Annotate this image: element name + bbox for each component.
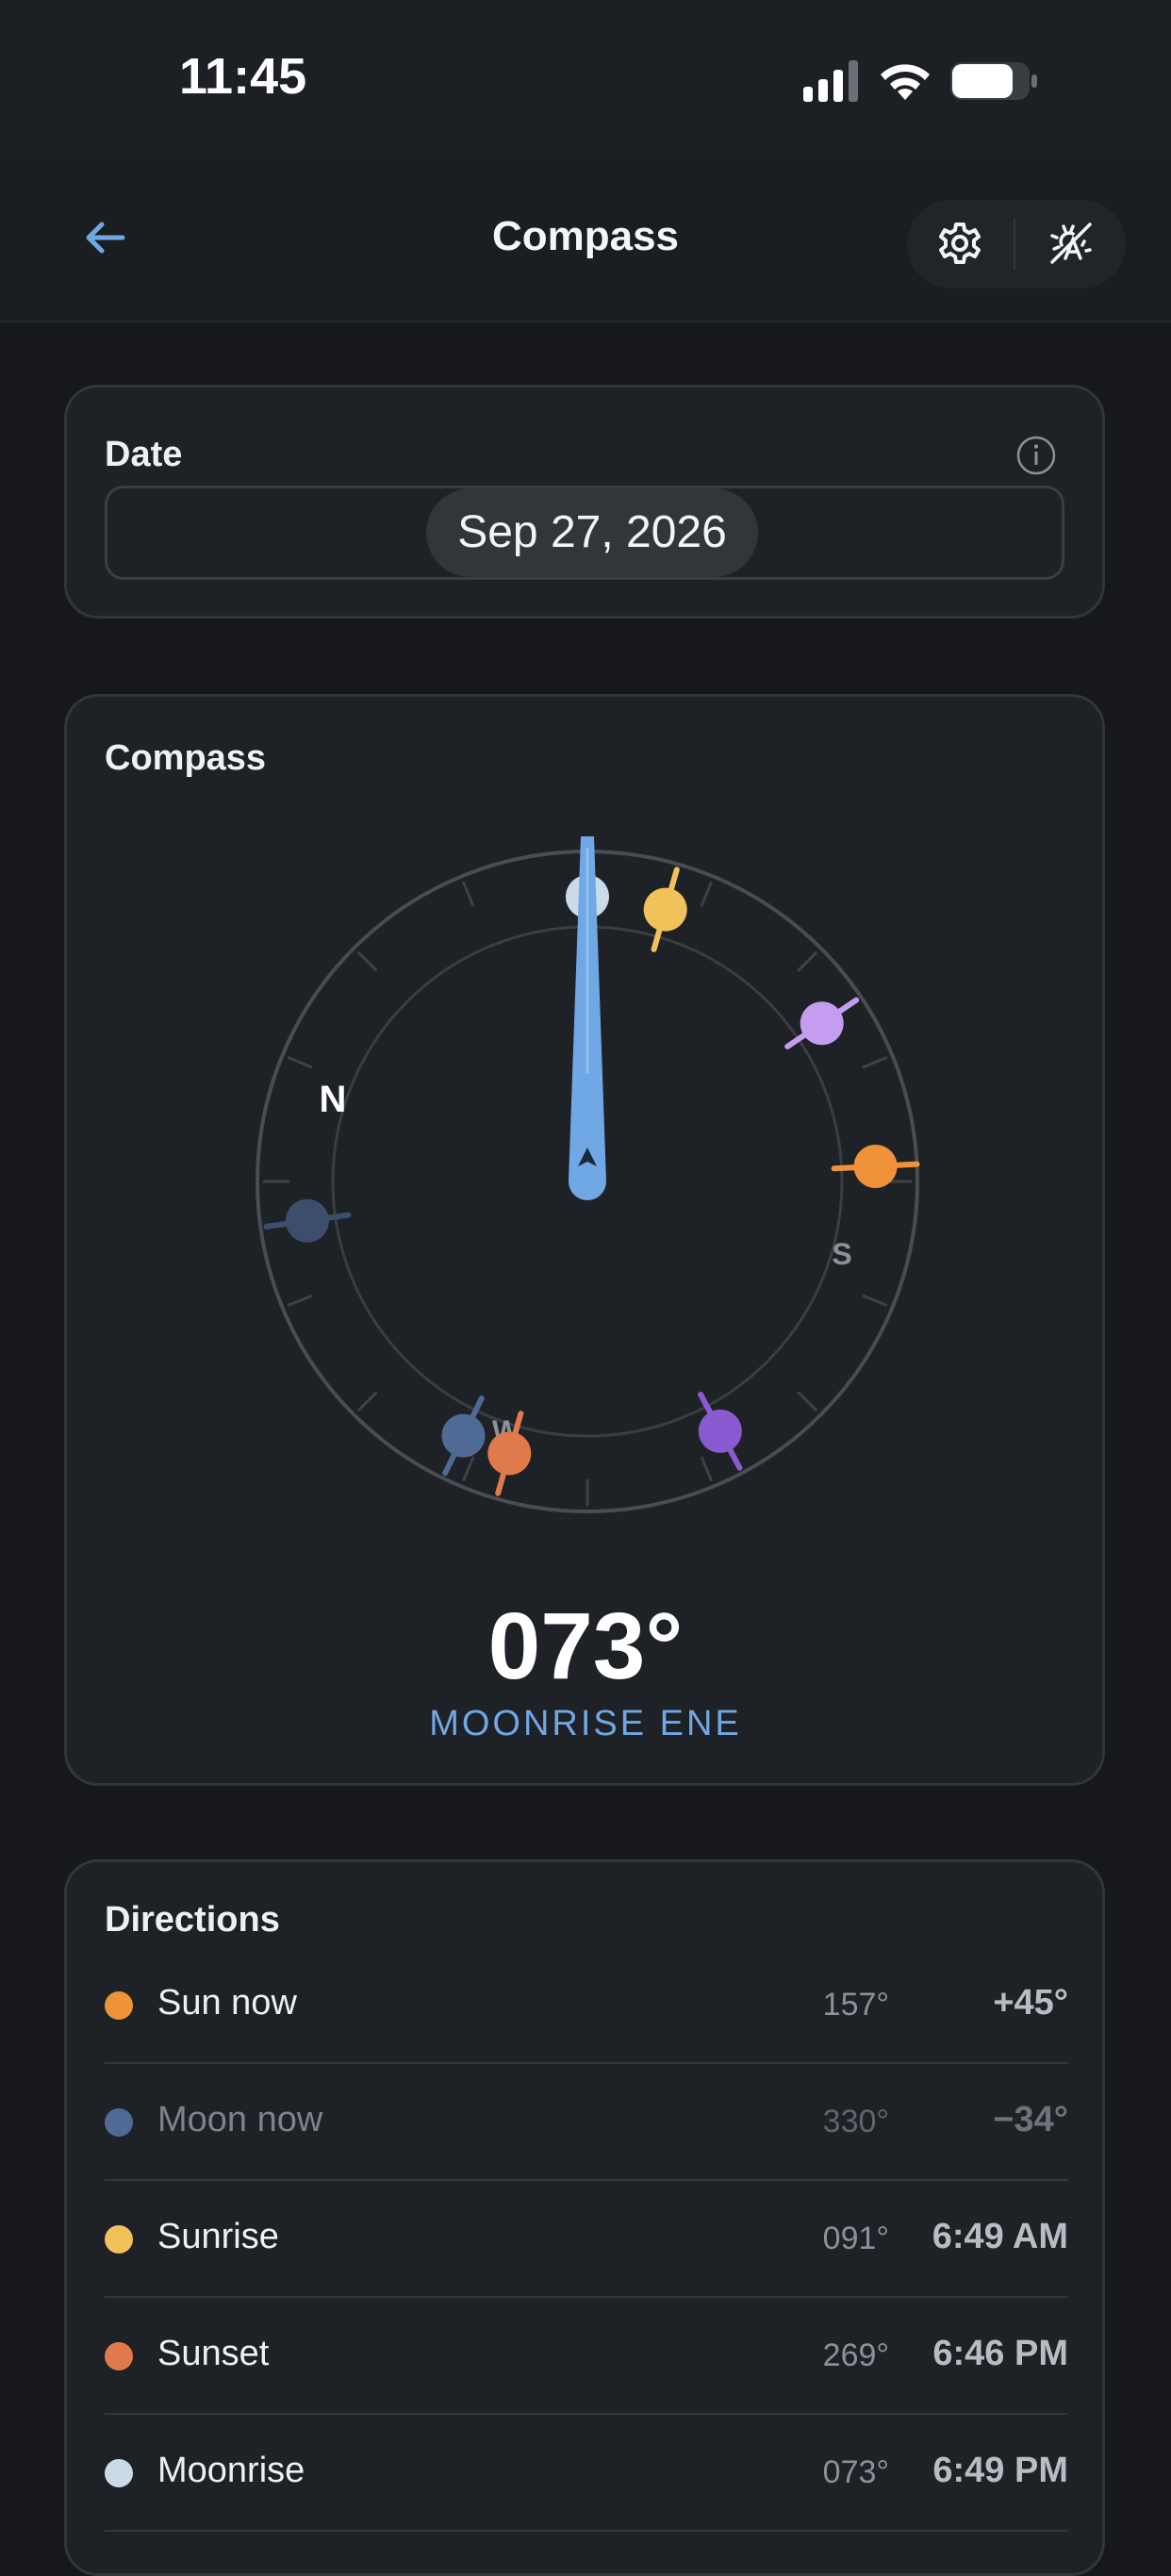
moon-marker-light[interactable]	[441, 1395, 486, 1477]
direction-row-sunset[interactable]: Sunset 269° 6:46 PM	[105, 2298, 1068, 2415]
moon-now-dot	[105, 2108, 133, 2137]
compass-card: Compass N S W 073° MOONRISE ENE	[64, 694, 1105, 1786]
date-label: Date	[105, 435, 183, 474]
date-card: Date Sep 27, 2026	[64, 385, 1105, 619]
sunrise-dot	[105, 2225, 133, 2254]
compass-tick	[356, 950, 378, 972]
info-icon[interactable]	[1015, 435, 1057, 476]
cardinal-n: N	[320, 1079, 347, 1120]
heading-label: MOONRISE ENE	[429, 1704, 742, 1743]
wifi-icon	[881, 64, 930, 100]
date-picker-button[interactable]: Sep 27, 2026	[426, 488, 758, 577]
auto-brightness-off-icon[interactable]	[1045, 217, 1097, 270]
compass-tick	[862, 1294, 888, 1308]
compass-tick	[287, 1294, 313, 1308]
direction-degree: 330°	[822, 2104, 889, 2139]
heading-value: 073°	[487, 1593, 684, 1699]
direction-degree: 073°	[822, 2454, 889, 2490]
sun-now-dot	[105, 1991, 133, 2020]
compass-tick	[461, 1456, 475, 1482]
direction-row-moon-now[interactable]: Moon now 330° −34°	[105, 2064, 1068, 2181]
direction-row-sunrise[interactable]: Sunrise 091° 6:49 AM	[105, 2181, 1068, 2298]
direction-degree: 269°	[822, 2337, 889, 2373]
direction-value: +45°	[993, 1983, 1068, 2023]
status-time: 11:45	[179, 48, 307, 105]
date-field[interactable]: Sep 27, 2026	[105, 486, 1064, 580]
moon-marker-light-dot	[441, 1413, 486, 1458]
battery-icon	[950, 62, 1037, 100]
compass-tick	[797, 1391, 818, 1412]
compass-tick	[287, 1055, 313, 1069]
direction-name: Moon now	[157, 2100, 323, 2139]
directions-card: Directions Sun now 157° +45° Moon now 33…	[64, 1859, 1105, 2576]
compass-tick	[356, 1391, 378, 1412]
lilac-marker-dot	[800, 1001, 844, 1046]
sun-now-marker-dot	[853, 1144, 898, 1188]
compass-tick	[461, 881, 475, 907]
direction-degree: 091°	[822, 2221, 889, 2256]
row-divider	[105, 2530, 1068, 2532]
compass-tick	[700, 881, 714, 907]
sunrise-marker-dot	[643, 887, 687, 932]
violet-marker[interactable]	[698, 1392, 743, 1471]
moon-now-marker-dot	[285, 1198, 329, 1243]
sunrise-marker[interactable]	[643, 867, 687, 952]
sunset-dot	[105, 2342, 133, 2370]
cardinal-s: S	[832, 1237, 851, 1271]
violet-marker-dot	[698, 1409, 742, 1453]
header-actions-divider	[1014, 219, 1015, 270]
direction-degree: 157°	[822, 1987, 889, 2023]
status-bar: 11:45	[0, 0, 1171, 160]
direction-name: Sunrise	[157, 2217, 279, 2256]
compass-tick	[862, 1055, 888, 1069]
lilac-marker[interactable]	[784, 997, 860, 1049]
direction-value: 6:46 PM	[932, 2334, 1068, 2373]
direction-value: 6:49 PM	[932, 2451, 1068, 2490]
compass-tick	[797, 950, 818, 972]
cellular-signal-icon	[803, 60, 858, 102]
directions-title: Directions	[105, 1900, 280, 1940]
direction-value: −34°	[993, 2100, 1068, 2139]
direction-name: Sunset	[157, 2334, 270, 2373]
compass-tick	[700, 1456, 714, 1482]
direction-row-moonrise[interactable]: Moonrise 073° 6:49 PM	[105, 2415, 1068, 2532]
direction-name: Moonrise	[157, 2451, 305, 2490]
moonrise-dot	[105, 2459, 133, 2487]
nav-bar: Compass	[0, 160, 1171, 322]
sunset-marker-dot	[487, 1431, 532, 1476]
direction-value: 6:49 AM	[932, 2217, 1068, 2256]
gear-icon[interactable]	[933, 217, 986, 270]
direction-row-sun-now[interactable]: Sun now 157° +45°	[105, 1947, 1068, 2064]
direction-name: Sun now	[157, 1983, 297, 2023]
